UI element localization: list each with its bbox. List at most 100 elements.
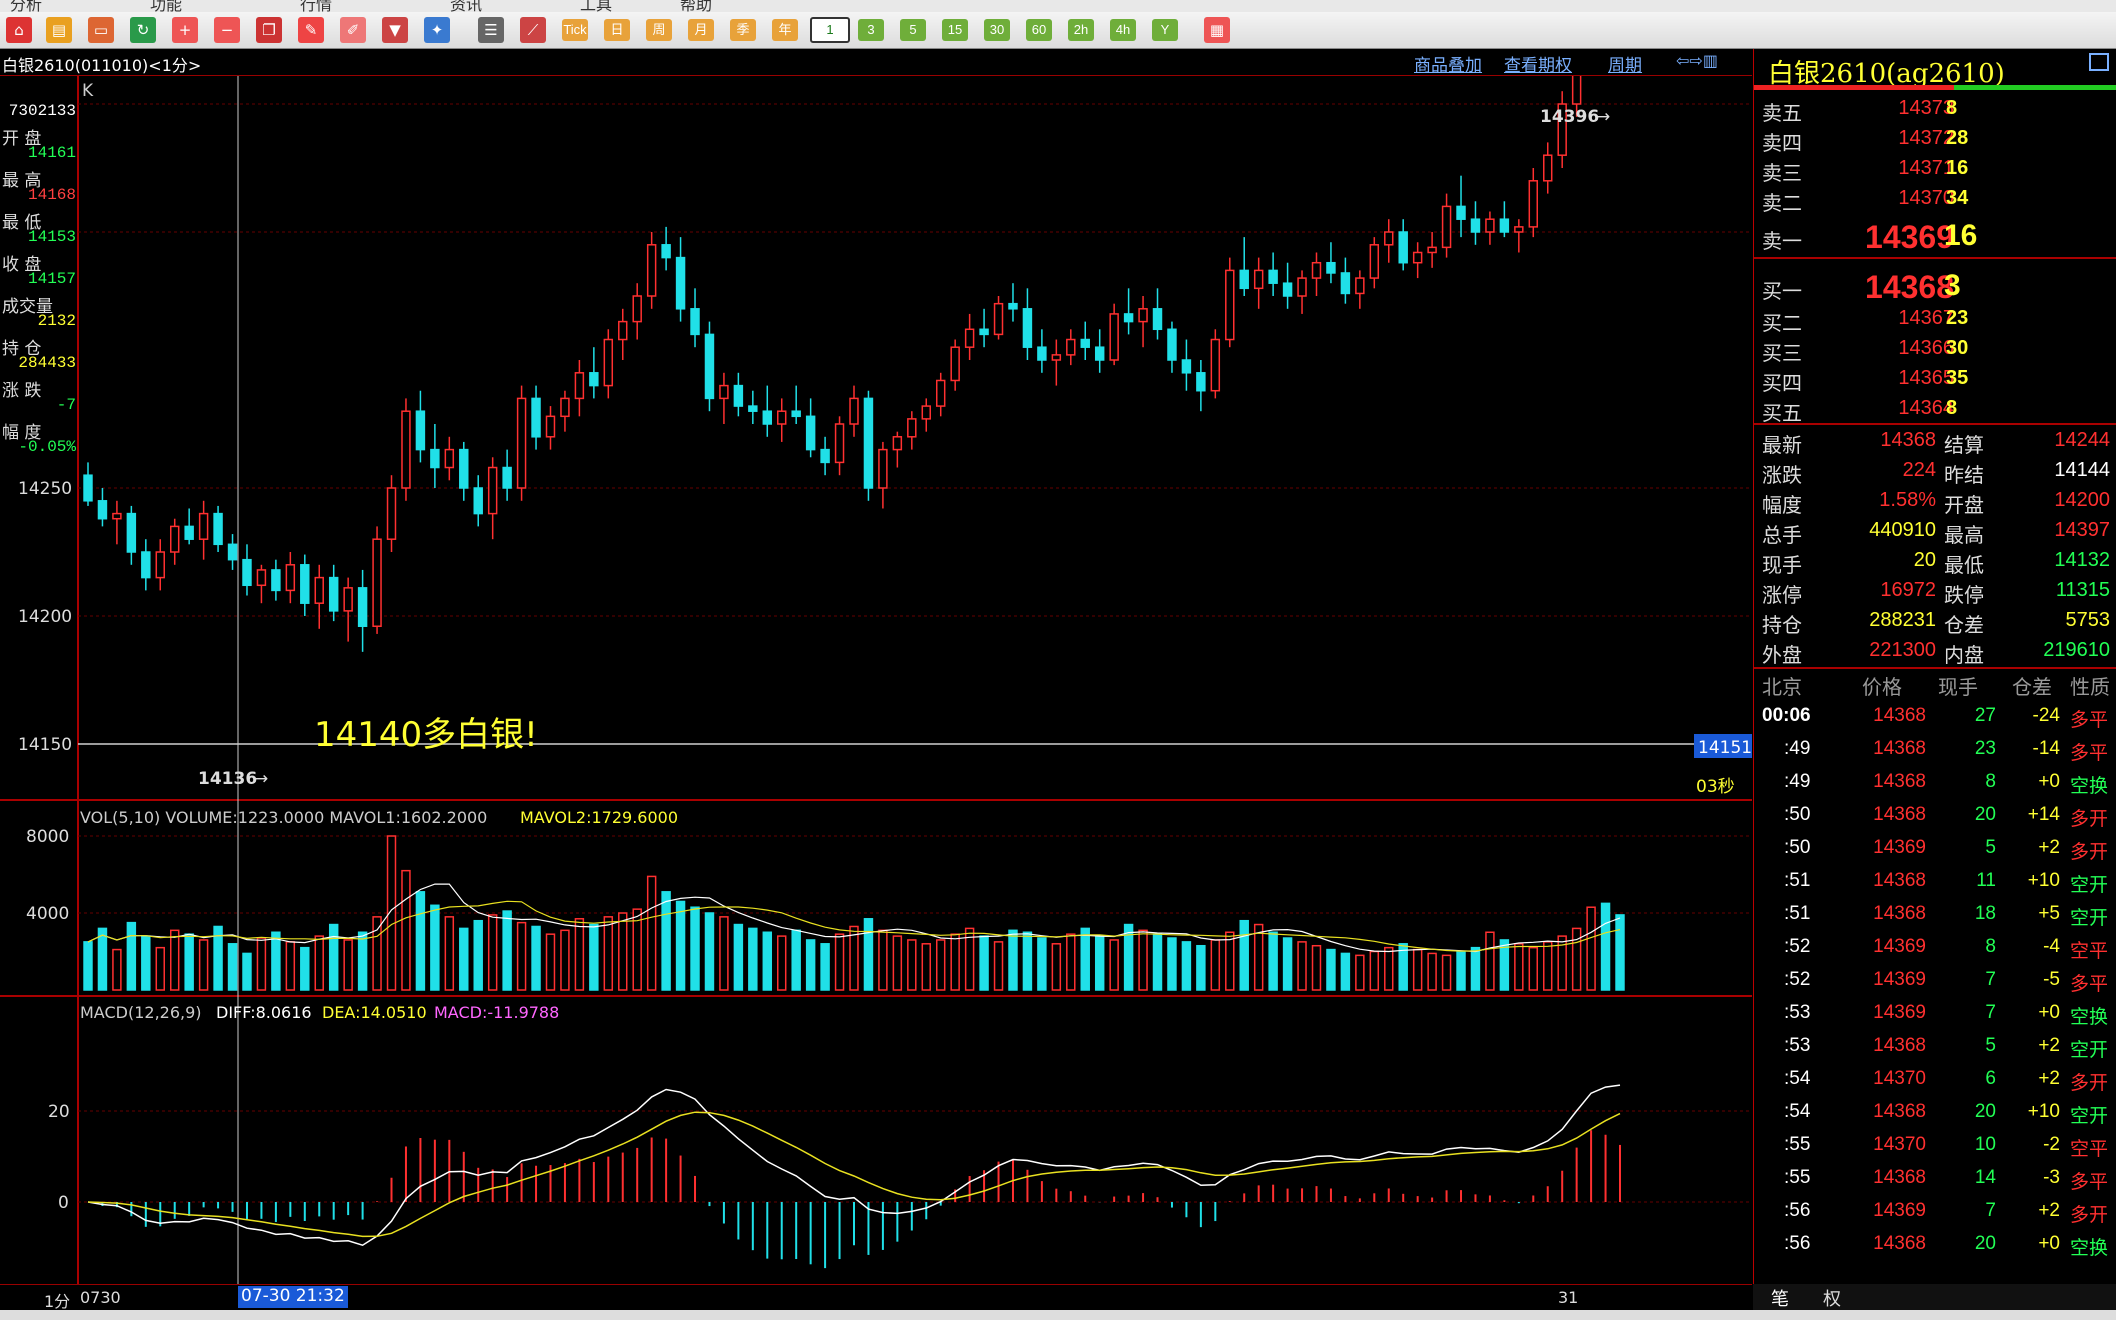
bid-level-label: 买三	[1762, 341, 1802, 365]
tick-oi-change: +14	[2027, 804, 2060, 825]
candle-body	[574, 372, 585, 400]
period-15-button[interactable]: 15	[942, 19, 968, 41]
year-button[interactable]: 年	[772, 19, 798, 41]
candle-body	[1181, 359, 1192, 374]
overlay-link[interactable]: 商品叠加	[1414, 51, 1482, 76]
period-30-button[interactable]: 30	[984, 19, 1010, 41]
tick-volume: 7	[1985, 1002, 1996, 1023]
volume-bar	[1586, 906, 1596, 991]
period-5-button[interactable]: 5	[900, 19, 926, 41]
period-60-button[interactable]: 60	[1026, 19, 1052, 41]
chart-line-icon[interactable]: ⟋	[520, 17, 546, 43]
home-icon[interactable]: ⌂	[6, 17, 32, 43]
stat-label: 外盘	[1762, 643, 1802, 667]
tick-volume: 7	[1985, 969, 1996, 990]
tick-type: 多平	[2070, 973, 2109, 995]
volume-bar	[1470, 946, 1481, 991]
tab-trades[interactable]: 笔	[1771, 1285, 1789, 1311]
menu-analysis[interactable]: 分析	[10, 0, 42, 12]
tick-button[interactable]: Tick	[562, 19, 588, 41]
candle-body	[415, 410, 426, 451]
month-button[interactable]: 月	[688, 19, 714, 41]
kline-chart[interactable]: K 14250 14200 14150 14140多白银! 14396 → 14…	[0, 76, 1752, 1284]
stat-value: 224	[1902, 459, 1936, 481]
refresh-icon[interactable]: ↻	[130, 17, 156, 43]
volume-bar	[589, 923, 599, 991]
stat-label: 跌停	[1944, 583, 1984, 607]
season-button[interactable]: 季	[730, 19, 756, 41]
tick-price: 14368	[1873, 771, 1926, 792]
candle-body	[993, 302, 1004, 336]
menu-function[interactable]: 功能	[150, 0, 182, 12]
period-1-button[interactable]: 1	[810, 17, 850, 43]
candle-body	[372, 538, 382, 627]
nav-arrows-icon[interactable]: ⇦⇨▥	[1676, 51, 1718, 70]
tick-volume: 6	[1985, 1068, 1996, 1089]
volume-bar	[1196, 944, 1206, 991]
maximize-icon[interactable]	[2089, 53, 2109, 71]
candle-body	[921, 405, 931, 420]
tick-type: 多平	[2070, 709, 2109, 731]
menu-quote[interactable]: 行情	[300, 0, 332, 12]
candle-body	[719, 384, 729, 400]
candle-body	[603, 338, 614, 387]
filter-icon[interactable]: ▼	[382, 17, 408, 43]
tick-time: :55	[1784, 1134, 1811, 1155]
candle-body	[1441, 205, 1452, 249]
tick-oi-change: +2	[2038, 837, 2060, 858]
candle-body	[777, 410, 787, 425]
period-3-button[interactable]: 3	[858, 19, 884, 41]
grid-icon[interactable]: ▦	[1204, 17, 1230, 43]
volume-bar	[1109, 939, 1119, 991]
new-icon[interactable]: ✦	[424, 17, 450, 43]
tick-time: :51	[1784, 870, 1811, 891]
zoom-in-icon[interactable]: +	[172, 17, 198, 43]
zoom-out-icon[interactable]: −	[214, 17, 240, 43]
tick-oi-change: -3	[2043, 1167, 2060, 1188]
candle-body	[271, 569, 281, 592]
copy-icon[interactable]: ❐	[256, 17, 282, 43]
volume-bar	[1427, 952, 1437, 991]
stat-value: 20	[1913, 549, 1936, 571]
volume-bar	[1311, 944, 1322, 991]
period-link[interactable]: 周期	[1608, 51, 1642, 76]
candle-body	[704, 333, 715, 400]
notebook-icon[interactable]: ▤	[46, 17, 72, 43]
tick-oi-change: +2	[2038, 1035, 2060, 1056]
period-y-button[interactable]: Y	[1152, 19, 1178, 41]
volume-bar	[1239, 919, 1249, 991]
period-4h-button[interactable]: 4h	[1110, 19, 1136, 41]
options-link[interactable]: 查看期权	[1504, 51, 1572, 76]
volume-bar	[141, 935, 151, 991]
tick-volume: 20	[1974, 1233, 1996, 1254]
candle-body	[545, 415, 556, 438]
menu-news[interactable]: 资讯	[450, 0, 482, 12]
window-icon[interactable]: ▭	[88, 17, 114, 43]
brush-icon[interactable]: ✐	[340, 17, 366, 43]
max-price-label: 14396	[1540, 107, 1599, 127]
table-icon[interactable]: ☰	[478, 17, 504, 43]
pencil-icon[interactable]: ✎	[298, 17, 324, 43]
volume-bar	[820, 943, 830, 991]
candle-body	[1514, 226, 1524, 233]
candle-body	[762, 410, 773, 425]
day-button[interactable]: 日	[604, 19, 630, 41]
time-axis: 1分 0730 07-30 21:32 31	[0, 1284, 1752, 1311]
tick-price: 14368	[1873, 870, 1926, 891]
menu-help[interactable]: 帮助	[680, 0, 712, 12]
candle-body	[83, 474, 93, 502]
candle-body	[1340, 272, 1351, 295]
volume-bar	[126, 921, 137, 991]
volume-bar	[531, 925, 541, 991]
volume-bar	[993, 941, 1004, 991]
period-2h-button[interactable]: 2h	[1068, 19, 1094, 41]
tab-rights[interactable]: 权	[1823, 1285, 1841, 1311]
week-button[interactable]: 周	[646, 19, 672, 41]
candle-body	[487, 466, 498, 515]
tick-type: 空平	[2070, 940, 2109, 962]
candle-body	[1167, 328, 1177, 361]
bid-price: 14366	[1898, 337, 1954, 359]
tick-price: 14368	[1873, 1167, 1926, 1188]
menu-tools[interactable]: 工具	[580, 0, 612, 12]
candle-body	[1037, 346, 1047, 361]
